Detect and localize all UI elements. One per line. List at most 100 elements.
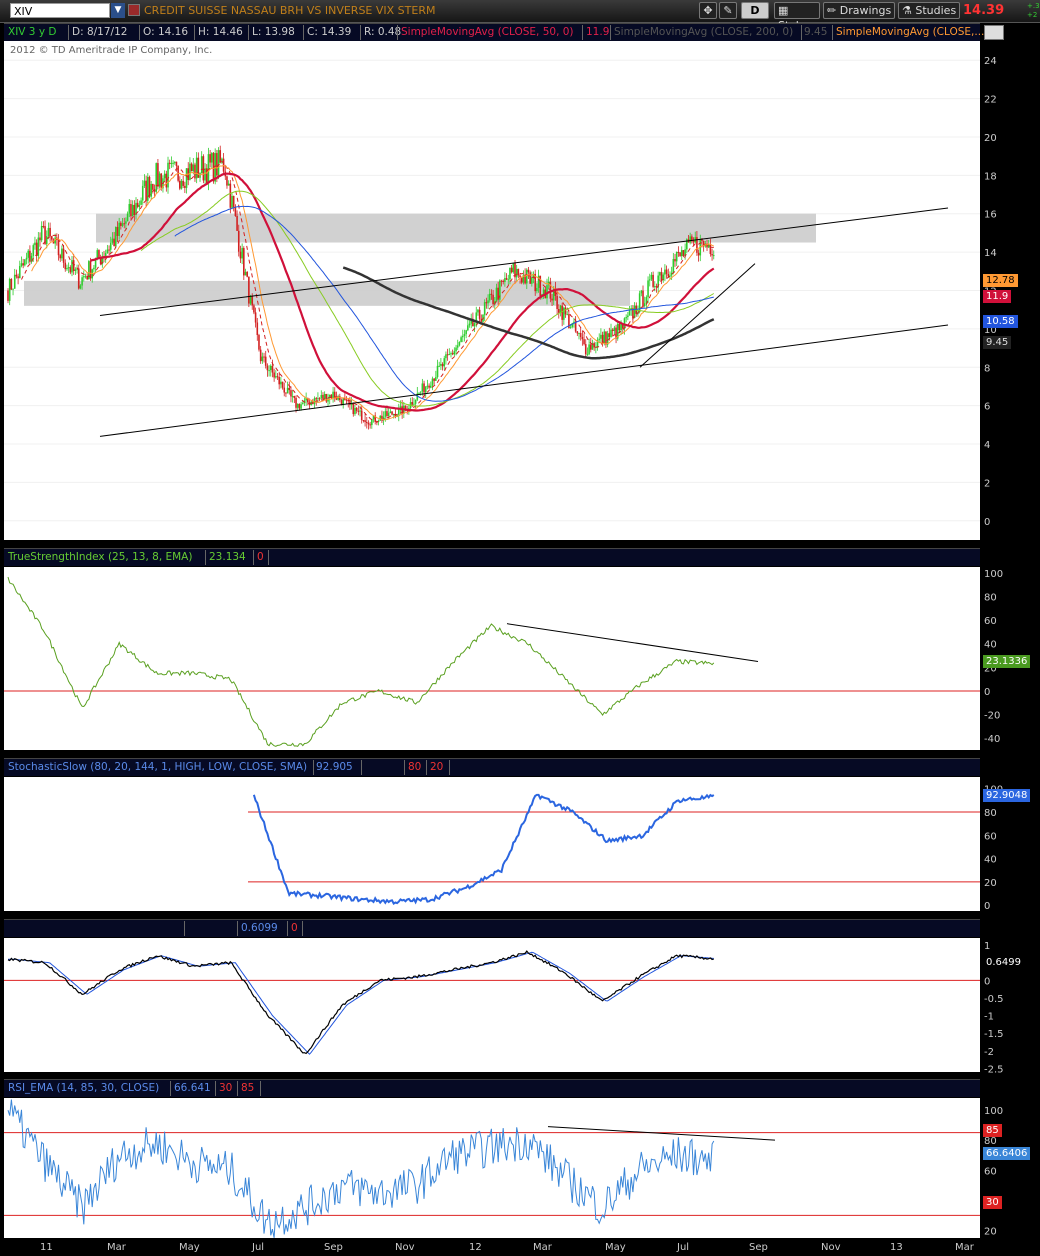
candle-body xyxy=(463,334,466,336)
candle-body xyxy=(133,204,136,216)
candle-body xyxy=(40,225,43,241)
candle-body xyxy=(251,295,254,306)
candle-body xyxy=(357,410,360,412)
candle-body xyxy=(465,330,467,335)
candle-body xyxy=(433,378,435,381)
indicator-y-tick: 80 xyxy=(984,1136,997,1147)
indicator-y-tick: 80 xyxy=(984,808,997,819)
candle-body xyxy=(536,287,538,292)
candle-body xyxy=(138,204,141,207)
candle-body xyxy=(608,333,611,338)
candle-body xyxy=(219,150,222,163)
candle-body xyxy=(217,150,220,176)
candle-body xyxy=(593,343,595,348)
candle-body xyxy=(79,285,82,289)
candle-body xyxy=(352,403,355,415)
candle-body xyxy=(583,339,585,345)
candle-body xyxy=(22,263,24,266)
candle-body xyxy=(157,163,159,187)
candle-body xyxy=(96,250,99,259)
chart-canvas[interactable]: 024681012141618202224-40-200204060801000… xyxy=(0,0,1040,1256)
candle-body xyxy=(18,266,21,279)
candle-body xyxy=(113,238,115,247)
candle-body xyxy=(115,227,117,247)
candle-body xyxy=(283,387,286,393)
x-label: May xyxy=(179,1242,200,1253)
tsi-divergence-line xyxy=(506,623,759,662)
candle-body xyxy=(455,347,457,352)
candle-body xyxy=(69,267,72,273)
candle-body xyxy=(557,309,560,313)
candle-body xyxy=(605,331,607,345)
candle-body xyxy=(165,173,168,188)
price-tag-sma-orange: 12.78 xyxy=(983,274,1018,287)
candle-body xyxy=(300,404,302,409)
indicator-y-tick: 100 xyxy=(984,569,1003,580)
candle-body xyxy=(589,344,592,350)
candle-body xyxy=(10,278,13,290)
candle-body xyxy=(204,168,206,181)
candle-body xyxy=(468,323,471,326)
rsi-tag: 66.6406 xyxy=(983,1147,1031,1160)
candle-body xyxy=(643,303,646,307)
candle-body xyxy=(81,277,83,286)
candle-body xyxy=(125,221,127,224)
candle-body xyxy=(32,245,35,256)
candle-body xyxy=(551,298,553,301)
candle-body xyxy=(598,338,601,340)
candle-body xyxy=(446,354,449,356)
candle-body xyxy=(431,378,434,386)
candle-body xyxy=(266,365,269,371)
candle-body xyxy=(62,248,65,263)
candle-body xyxy=(82,276,85,278)
candle-body xyxy=(190,163,193,172)
candle-body xyxy=(487,300,489,304)
indicator-y-tick: -2.5 xyxy=(984,1064,1004,1075)
indicator-y-tick: 60 xyxy=(984,831,997,842)
x-label: Sep xyxy=(324,1242,343,1253)
candle-body xyxy=(111,238,114,243)
candle-body xyxy=(12,288,14,290)
candle-body xyxy=(25,257,28,260)
candle-body xyxy=(244,271,247,276)
indicator-y-tick: 80 xyxy=(984,593,997,604)
candle-body xyxy=(47,227,50,237)
candle-body xyxy=(564,307,567,315)
candle-body xyxy=(288,387,291,391)
indicator-y-tick: 20 xyxy=(984,1226,997,1237)
tsi-tag: 23.1336 xyxy=(983,655,1031,668)
candle-body xyxy=(39,237,41,241)
x-label: Mar xyxy=(955,1242,974,1253)
candle-body xyxy=(200,156,203,174)
candle-body xyxy=(50,236,53,240)
candle-body xyxy=(236,216,238,231)
candle-body xyxy=(448,354,451,356)
candle-body xyxy=(293,396,296,398)
candle-body xyxy=(640,290,643,294)
candle-body xyxy=(519,275,521,278)
candle-body xyxy=(477,309,479,313)
candle-body xyxy=(239,251,242,259)
candle-body xyxy=(268,370,270,372)
candle-body xyxy=(610,329,612,338)
candle-body xyxy=(189,163,191,181)
candle-body xyxy=(456,345,459,348)
candle-body xyxy=(216,153,218,176)
candle-body xyxy=(387,413,390,417)
candle-body xyxy=(118,222,120,236)
candle-body xyxy=(261,356,264,362)
candle-body xyxy=(185,168,188,188)
candle-body xyxy=(67,267,70,269)
candle-body xyxy=(460,337,462,342)
x-label: May xyxy=(605,1242,626,1253)
candle-body xyxy=(256,322,259,336)
indicator-line xyxy=(7,1099,715,1238)
candle-body xyxy=(237,230,240,252)
candle-body xyxy=(424,386,427,393)
candle-body xyxy=(500,280,503,282)
candle-body xyxy=(254,312,257,323)
candle-body xyxy=(131,204,134,217)
candle-body xyxy=(15,274,18,277)
candle-body xyxy=(109,242,112,250)
candle-body xyxy=(258,335,260,350)
